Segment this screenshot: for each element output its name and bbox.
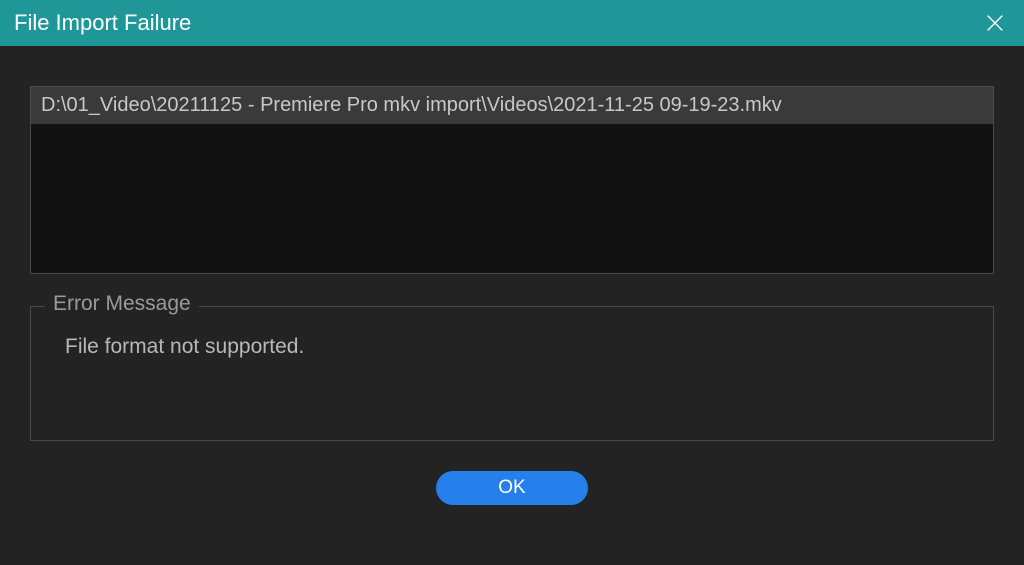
ok-button[interactable]: OK [436, 471, 588, 505]
error-message-group: Error Message File format not supported. [30, 306, 994, 441]
file-row[interactable]: D:\01_Video\20211125 - Premiere Pro mkv … [31, 87, 993, 124]
dialog-content: D:\01_Video\20211125 - Premiere Pro mkv … [0, 46, 1024, 505]
close-button[interactable] [978, 6, 1012, 40]
error-legend: Error Message [45, 292, 199, 316]
file-list[interactable]: D:\01_Video\20211125 - Premiere Pro mkv … [30, 86, 994, 274]
button-row: OK [30, 471, 994, 505]
close-icon [984, 12, 1006, 34]
dialog-title: File Import Failure [14, 10, 191, 36]
titlebar: File Import Failure [0, 0, 1024, 46]
error-text: File format not supported. [51, 335, 973, 359]
